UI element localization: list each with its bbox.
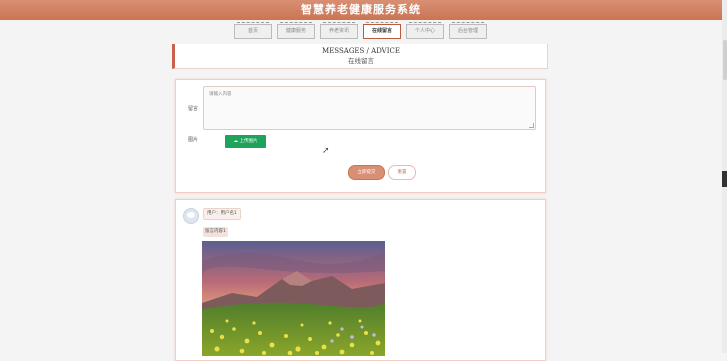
tab-admin[interactable]: 后台管理 [449, 22, 487, 39]
app-title-bar: 智慧养老健康服务系统 [0, 0, 722, 20]
reset-button[interactable]: 重置 [388, 165, 416, 180]
page-title-cn: 在线留言 [348, 57, 374, 65]
page-title-en: MESSAGES / ADVICE [322, 47, 400, 55]
upload-button-label: 上传图片 [239, 139, 258, 144]
scrollbar-thumb[interactable] [723, 40, 727, 80]
resize-handle-icon[interactable] [529, 123, 534, 128]
message-textarea[interactable]: 请输入内容 [203, 86, 536, 130]
message-label: 留言 [188, 106, 199, 112]
message-form: 留言 请输入内容 图片 ☁ 上传图片 立即提交 重置 [175, 79, 546, 193]
mouse-cursor-icon: ➚ [322, 146, 330, 156]
avatar [183, 208, 199, 224]
app-title: 智慧养老健康服务系统 [301, 3, 421, 16]
side-toggle-tab[interactable] [722, 171, 727, 187]
message-user: 用户：用户名1 [203, 208, 241, 220]
message-list: 用户：用户名1 留言内容1 [175, 199, 546, 361]
tab-news[interactable]: 养老资讯 [320, 22, 358, 39]
message-placeholder: 请输入内容 [209, 92, 232, 97]
tab-messages[interactable]: 在线留言 [363, 22, 401, 39]
page-title: MESSAGES / ADVICE 在线留言 [172, 44, 548, 69]
cloud-upload-icon: ☁ [233, 139, 239, 144]
main-nav: 首页 健康服务 养老资讯 在线留言 个人中心 后台管理 [234, 22, 487, 39]
message-image [202, 241, 385, 356]
upload-image-button[interactable]: ☁ 上传图片 [225, 135, 266, 148]
tab-personal-center[interactable]: 个人中心 [406, 22, 444, 39]
tab-home[interactable]: 首页 [234, 22, 272, 39]
message-content: 留言内容1 [203, 227, 228, 237]
image-label: 图片 [188, 137, 199, 143]
tab-health-service[interactable]: 健康服务 [277, 22, 315, 39]
submit-button[interactable]: 立即提交 [348, 165, 385, 180]
